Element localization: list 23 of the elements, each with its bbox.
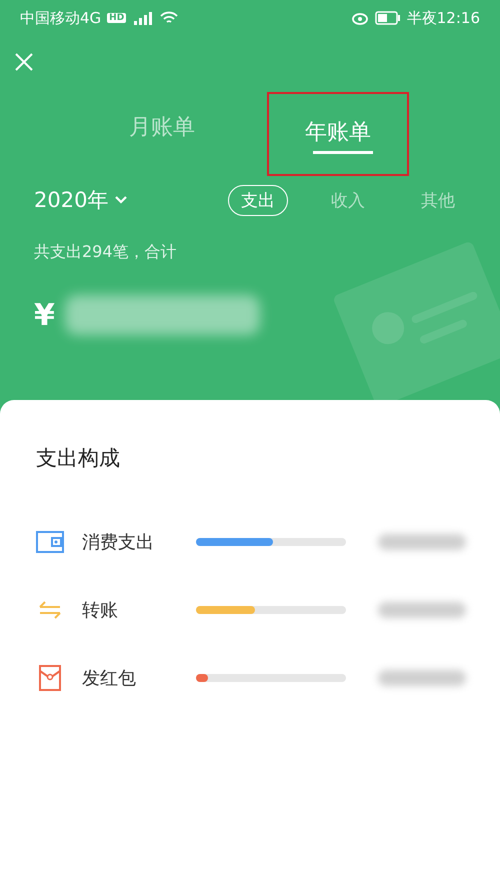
chevron-down-icon [114,195,128,205]
network-badge: HD [107,13,126,23]
year-dropdown[interactable]: 2020年 [34,186,128,214]
filter-tab[interactable]: 支出 [228,184,288,216]
envelope-icon [36,665,64,691]
signal-icon [132,11,154,25]
currency-symbol: ¥ [34,298,55,332]
tab[interactable]: 年账单 [267,92,409,176]
wallet-icon [36,530,64,554]
category-label: 消费支出 [82,531,155,554]
summary-text: 共支出294笔，合计 [34,241,178,263]
close-icon[interactable] [14,52,34,72]
clock-time: 半夜12:16 [406,8,480,28]
battery-icon [374,11,401,25]
eye-icon [350,11,369,25]
tab[interactable]: 月账单 [91,98,233,160]
filter-tab[interactable]: 收入 [318,184,378,216]
wifi-icon [160,11,178,25]
category-label: 发红包 [82,667,137,690]
category-label: 转账 [82,599,119,622]
section-title: 支出构成 [36,445,121,472]
filter-tab[interactable]: 其他 [408,184,468,216]
carrier-name: 中国移动4G [20,8,102,28]
